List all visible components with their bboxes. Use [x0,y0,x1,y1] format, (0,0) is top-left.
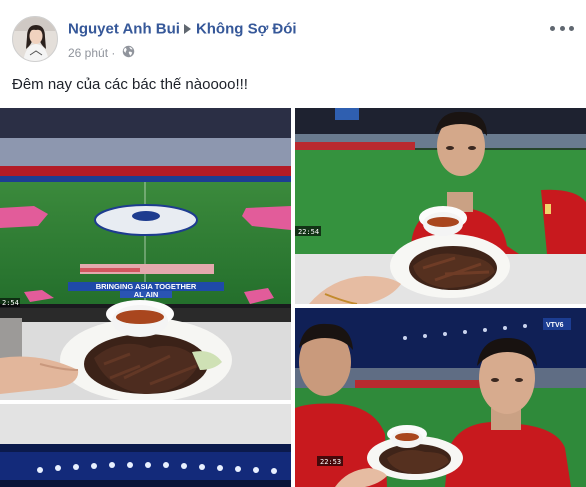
caret-right-icon [183,24,191,35]
player-clock: 22:54 [298,228,319,236]
post-timestamp[interactable]: 26 phút [68,46,108,60]
avatar[interactable] [12,16,58,62]
post-meta: 26 phút · [68,45,135,61]
more-options-button[interactable] [550,22,574,34]
meta-separator: · [111,46,116,60]
post-text: Đêm nay của các bác thế nàoooo!!! [12,76,248,93]
photo-player[interactable]: 22:54 [295,108,586,304]
stadium-subbanner-text: AL AIN [134,290,159,299]
globe-icon[interactable] [122,45,135,61]
group-name[interactable]: Không Sợ Đói [196,21,297,38]
channel-logo: VTV6 [546,322,564,329]
closeup-clock: 22:53 [320,458,341,466]
photo-stadium[interactable]: BRINGING ASIA TOGETHER AL AIN 2:54 [0,108,291,400]
facebook-post-card: Nguyet Anh Bui Không Sợ Đói 26 phút · Đêm… [0,0,586,487]
photo-stadium-lights[interactable] [0,404,291,487]
author-name[interactable]: Nguyet Anh Bui [68,21,180,38]
author-line: Nguyet Anh Bui Không Sợ Đói [68,20,297,38]
photo-player-closeup[interactable]: VTV6 22:53 [295,308,586,487]
stadium-clock: 2:54 [2,299,19,307]
post-header: Nguyet Anh Bui Không Sợ Đói 26 phút · [12,14,574,64]
